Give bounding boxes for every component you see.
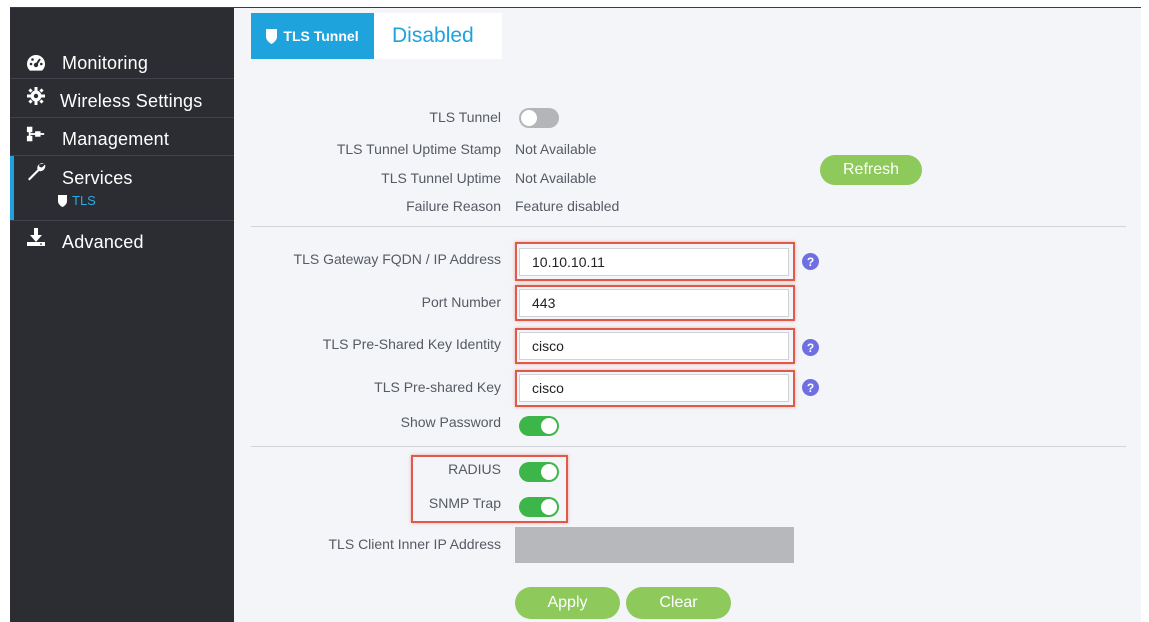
wrench-icon [26, 161, 46, 181]
shield-icon [266, 28, 278, 44]
psk-label: TLS Pre-shared Key [374, 379, 501, 395]
show-password-toggle[interactable] [519, 416, 559, 436]
sidebar-item-monitoring[interactable]: Monitoring [10, 50, 234, 76]
network-icon [26, 124, 46, 144]
sidebar-item-label: Monitoring [62, 52, 149, 73]
sidebar-item-services[interactable]: Services [10, 163, 234, 191]
sidebar-item-label: Management [62, 128, 170, 149]
psk-input[interactable]: cisco [519, 374, 789, 402]
sidebar-item-label: Advanced [62, 231, 144, 252]
refresh-button[interactable]: Refresh [820, 155, 922, 185]
gateway-input[interactable]: 10.10.10.11 [519, 248, 789, 276]
divider [251, 446, 1126, 447]
clear-button[interactable]: Clear [626, 587, 731, 619]
gear-icon [26, 86, 46, 106]
sidebar-item-label: Services [62, 167, 133, 188]
divider [10, 155, 234, 156]
help-icon[interactable]: ? [802, 339, 819, 356]
tls-tunnel-label: TLS Tunnel [429, 109, 501, 125]
sidebar-subitem-tls[interactable]: TLS [58, 193, 96, 208]
psk-identity-input[interactable]: cisco [519, 332, 789, 360]
inner-ip-label: TLS Client Inner IP Address [328, 536, 502, 552]
badge-label: TLS Tunnel [283, 28, 359, 44]
divider [10, 117, 234, 118]
port-label: Port Number [421, 294, 501, 310]
sidebar-item-management[interactable]: Management [10, 126, 234, 152]
psk-identity-label: TLS Pre-Shared Key Identity [322, 336, 501, 352]
help-icon[interactable]: ? [802, 253, 819, 270]
help-icon[interactable]: ? [802, 379, 819, 396]
snmp-trap-label: SNMP Trap [428, 495, 501, 511]
sidebar-item-advanced[interactable]: Advanced [10, 227, 234, 255]
tls-tunnel-toggle[interactable] [519, 108, 559, 128]
dashboard-icon [26, 53, 46, 73]
snmp-trap-toggle[interactable] [519, 497, 559, 517]
failure-reason-label: Failure Reason [406, 198, 501, 214]
tls-tunnel-badge: TLS Tunnel [251, 13, 374, 59]
divider [10, 220, 234, 221]
shield-icon [58, 194, 67, 207]
gateway-label: TLS Gateway FQDN / IP Address [293, 251, 501, 267]
download-icon [26, 227, 46, 247]
divider [10, 78, 234, 79]
uptime-stamp-value: Not Available [515, 141, 597, 157]
port-input[interactable]: 443 [519, 289, 789, 317]
sidebar-item-wireless-settings[interactable]: Wireless Settings [10, 86, 234, 114]
sidebar: Monitoring Wireless Settings Management … [10, 8, 234, 622]
radius-label: RADIUS [448, 461, 501, 477]
main-content: TLS Tunnel Disabled TLS Tunnel TLS Tunne… [234, 8, 1141, 622]
divider [251, 226, 1126, 227]
failure-reason-value: Feature disabled [515, 198, 620, 214]
page-header: TLS Tunnel Disabled [251, 13, 502, 59]
inner-ip-field [515, 527, 794, 563]
uptime-value: Not Available [515, 170, 597, 186]
uptime-label: TLS Tunnel Uptime [381, 170, 501, 186]
show-password-label: Show Password [400, 414, 501, 430]
apply-button[interactable]: Apply [515, 587, 620, 619]
tunnel-status: Disabled [392, 24, 474, 47]
sidebar-subitem-label: TLS [72, 193, 96, 208]
radius-toggle[interactable] [519, 462, 559, 482]
sidebar-item-label: Wireless Settings [60, 90, 203, 111]
uptime-stamp-label: TLS Tunnel Uptime Stamp [336, 141, 501, 157]
